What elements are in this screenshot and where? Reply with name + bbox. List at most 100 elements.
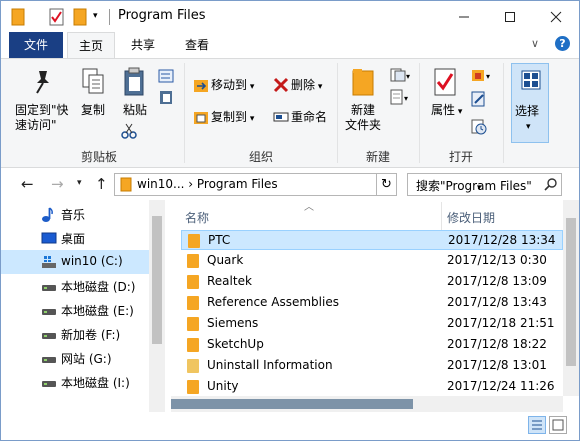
collapse-ribbon-icon[interactable]: ∨ <box>531 37 539 50</box>
group-separator <box>419 63 420 163</box>
easy-access-icon[interactable]: ▾ <box>389 89 411 108</box>
folder-icon <box>187 254 199 268</box>
ribbon-tabs: 文件 主页 共享 查看 ∨ ? <box>1 32 579 59</box>
rename-button[interactable]: 重命名 <box>291 110 327 125</box>
large-icons-view-button[interactable] <box>549 416 567 434</box>
back-button[interactable]: ← <box>21 175 34 193</box>
svg-text:▾: ▾ <box>404 94 408 103</box>
details-view-button[interactable] <box>528 416 546 434</box>
copy-to-button[interactable]: 复制到 ▾ <box>211 110 254 127</box>
column-separator[interactable] <box>441 202 442 230</box>
clipboard-group-label: 剪贴板 <box>80 150 117 164</box>
copy-path-icon[interactable] <box>158 69 174 86</box>
tab-home[interactable]: 主页 <box>67 32 115 59</box>
open-icon[interactable]: ▾ <box>471 67 493 86</box>
paste-shortcut-icon[interactable] <box>158 89 174 108</box>
nav-item-d-drive[interactable]: 本地磁盘 (D:) <box>1 274 149 298</box>
drive-icon <box>41 279 57 296</box>
rename-icon <box>273 109 289 128</box>
customize-chevron-icon[interactable]: ▾ <box>93 11 98 21</box>
refresh-button[interactable]: ↻ <box>377 173 397 196</box>
address-row: ← → ▾ ↑ win10... › Program Files ▾ ↻ 搜索"… <box>1 168 579 200</box>
nav-item-e-drive[interactable]: 本地磁盘 (E:) <box>1 298 149 322</box>
copy-button[interactable]: 复制 <box>81 103 105 118</box>
desktop-icon <box>41 231 57 248</box>
search-input[interactable]: 搜索"Program Files" <box>416 177 532 194</box>
column-header: ︿ 名称 修改日期 <box>171 200 563 230</box>
properties-icon[interactable] <box>49 8 65 29</box>
table-row[interactable]: Uninstall Information 2017/12/8 13:01 <box>181 356 563 376</box>
nav-item-desktop[interactable]: 桌面 <box>1 226 149 250</box>
copy-to-icon <box>193 109 209 128</box>
nav-item-music[interactable]: 音乐 <box>1 202 149 226</box>
search-icon <box>544 177 558 194</box>
nav-item-f-drive[interactable]: 新加卷 (F:) <box>1 322 149 346</box>
table-row[interactable]: Reference Assemblies 2017/12/8 13:43 <box>181 293 563 313</box>
table-row[interactable]: SketchUp 2017/12/8 18:22 <box>181 335 563 355</box>
group-separator <box>337 63 338 163</box>
nav-item-c-drive[interactable]: win10 (C:) <box>1 250 149 274</box>
navigation-pane: 音乐 桌面 win10 (C:) 本地磁盘 (D:) 本地磁盘 (E:) 新加卷… <box>1 200 165 412</box>
tab-share[interactable]: 共享 <box>119 32 167 58</box>
svg-text:▾: ▾ <box>486 72 490 81</box>
copy-icon <box>81 67 105 100</box>
column-date-header[interactable]: 修改日期 <box>447 209 495 226</box>
table-row[interactable]: PTC 2017/12/28 13:34 <box>181 230 563 250</box>
title-separator <box>109 9 110 25</box>
properties-large-icon <box>433 67 457 100</box>
paste-button[interactable]: 粘贴 <box>123 103 147 118</box>
table-row[interactable]: Realtek 2017/12/8 13:09 <box>181 272 563 292</box>
svg-text:▾: ▾ <box>406 72 410 81</box>
delete-button[interactable]: 删除 ▾ <box>291 78 322 95</box>
breadcrumb[interactable]: win10... › Program Files <box>137 177 278 191</box>
help-icon[interactable]: ? <box>555 36 570 51</box>
folder-icon <box>187 296 199 310</box>
new-item-icon[interactable]: ▾ <box>389 67 411 86</box>
windows-drive-icon <box>41 255 57 272</box>
maximize-button[interactable] <box>487 1 533 32</box>
select-button[interactable]: 选择 ▾ <box>511 63 549 143</box>
edit-icon[interactable] <box>471 91 487 110</box>
folder-icon <box>187 317 199 331</box>
up-button[interactable]: ↑ <box>95 175 108 193</box>
drive-icon <box>41 375 57 392</box>
folder-icon <box>187 338 199 352</box>
table-row[interactable]: Unity 2017/12/24 11:26 <box>181 377 563 396</box>
search-box[interactable]: 搜索"Program Files" <box>407 173 562 196</box>
drive-icon <box>41 327 57 344</box>
delete-icon <box>273 77 289 96</box>
history-icon[interactable] <box>471 119 487 138</box>
address-bar[interactable]: win10... › Program Files ▾ <box>114 173 482 196</box>
properties-button[interactable]: 属性 ▾ <box>431 103 462 120</box>
pin-icon <box>31 67 55 98</box>
nav-item-i-drive[interactable]: 本地磁盘 (I:) <box>1 370 149 394</box>
nav-scrollbar-thumb[interactable] <box>152 216 162 344</box>
list-horizontal-scrollbar-thumb[interactable] <box>171 399 413 409</box>
nav-item-g-drive[interactable]: 网站 (G:) <box>1 346 149 370</box>
cut-icon[interactable] <box>121 123 137 142</box>
move-to-button[interactable]: 移动到 ▾ <box>211 78 254 95</box>
status-bar <box>1 412 579 440</box>
drive-icon <box>41 303 57 320</box>
organize-group-label: 组织 <box>248 150 273 164</box>
new-folder-icon[interactable] <box>73 8 87 29</box>
new-folder-button[interactable]: 新建 文件夹 <box>345 103 381 133</box>
close-button[interactable] <box>533 1 579 32</box>
folder-icon <box>11 8 25 29</box>
column-name-header[interactable]: 名称 <box>185 209 209 226</box>
table-row[interactable]: Siemens 2017/12/18 21:51 <box>181 314 563 334</box>
pin-quick-access-button[interactable]: 固定到"快 速访问" <box>15 103 69 133</box>
nav-scrollbar[interactable] <box>149 200 165 412</box>
folder-icon <box>187 380 199 394</box>
tab-view[interactable]: 查看 <box>171 32 223 58</box>
group-separator <box>503 63 504 163</box>
forward-button[interactable]: → <box>51 175 64 193</box>
list-horizontal-scrollbar[interactable] <box>171 396 563 412</box>
paste-icon <box>123 67 149 100</box>
recent-locations-icon[interactable]: ▾ <box>77 178 82 188</box>
list-vertical-scrollbar-thumb[interactable] <box>566 218 576 366</box>
list-vertical-scrollbar[interactable] <box>563 200 579 396</box>
minimize-button[interactable] <box>441 1 487 32</box>
tab-file[interactable]: 文件 <box>9 32 63 58</box>
table-row[interactable]: Quark 2017/12/13 0:30 <box>181 251 563 271</box>
